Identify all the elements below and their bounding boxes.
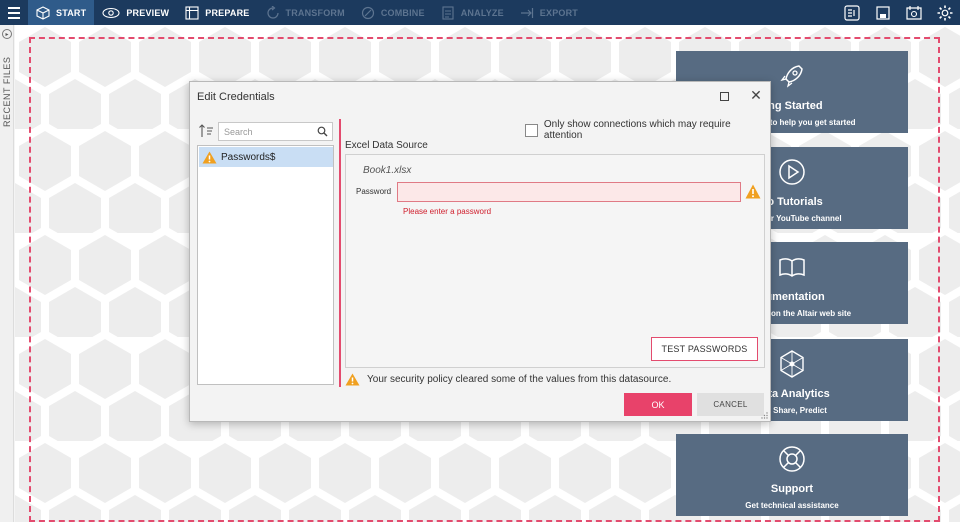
file-name: Book1.xlsx	[363, 165, 412, 176]
cancel-button[interactable]: CANCEL	[697, 393, 764, 416]
tab-preview-label: PREVIEW	[126, 7, 170, 18]
security-policy-message-row: Your security policy cleared some of the…	[345, 373, 671, 386]
book-icon	[779, 258, 805, 277]
password-error-message: Please enter a password	[403, 207, 492, 216]
tab-analyze[interactable]: ANALYZE	[433, 0, 512, 25]
tab-combine-label: COMBINE	[380, 7, 425, 18]
tab-preview[interactable]: PREVIEW	[94, 0, 177, 25]
analyze-icon	[442, 5, 454, 20]
tab-export[interactable]: EXPORT	[512, 0, 586, 25]
data-source-list[interactable]: Passwords$	[197, 145, 334, 385]
cube-icon	[36, 5, 50, 20]
list-item-passwords[interactable]: Passwords$	[199, 147, 333, 167]
combine-icon	[361, 6, 374, 19]
attention-indicator-bar	[339, 119, 341, 387]
dialog-title: Edit Credentials	[197, 91, 275, 103]
search-field[interactable]	[218, 122, 333, 141]
expand-arrow-icon[interactable]: ▸	[2, 29, 12, 39]
toolbar-right-group	[836, 0, 960, 25]
main-toolbar: START PREVIEW PREPARE TRANSFORM COMBINE …	[0, 0, 960, 25]
maximize-icon[interactable]	[720, 92, 729, 101]
sort-icon[interactable]	[198, 123, 214, 139]
data-source-panel: Book1.xlsx Password Please enter a passw…	[345, 154, 765, 368]
tile-title: Support	[770, 483, 814, 495]
password-label: Password	[356, 187, 392, 196]
refresh-icon	[266, 5, 279, 19]
warning-icon	[745, 184, 761, 199]
only-show-attention-label: Only show connections which may require …	[543, 119, 731, 141]
document-list-icon	[843, 4, 860, 21]
export-icon	[520, 7, 533, 18]
tab-transform-label: TRANSFORM	[285, 7, 345, 18]
save-button[interactable]	[867, 0, 898, 25]
workspace-button[interactable]	[898, 0, 929, 25]
recent-files-rail[interactable]: ▸ RECENT FILES	[0, 25, 14, 522]
document-list-button[interactable]	[836, 0, 867, 25]
close-icon[interactable]: ✕	[749, 88, 763, 102]
password-field[interactable]	[397, 182, 741, 202]
settings-gear-icon	[937, 5, 952, 20]
tab-export-label: EXPORT	[539, 7, 579, 18]
search-input[interactable]	[219, 123, 314, 140]
only-show-attention-row[interactable]: Only show connections which may require …	[525, 119, 770, 141]
security-policy-message: Your security policy cleared some of the…	[367, 374, 672, 385]
only-show-attention-checkbox[interactable]	[525, 123, 538, 137]
tile-subtitle: Get technical assistance	[745, 501, 839, 510]
resize-grip-icon[interactable]	[761, 412, 768, 419]
menu-hamburger-icon[interactable]	[0, 0, 28, 25]
password-input[interactable]	[398, 183, 738, 201]
tile-support[interactable]: Support Get technical assistance	[676, 434, 908, 516]
table-icon	[185, 5, 199, 20]
search-icon[interactable]	[317, 126, 328, 137]
ok-button[interactable]: OK	[624, 393, 692, 416]
settings-button[interactable]	[929, 0, 960, 25]
excel-data-source-heading: Excel Data Source	[345, 140, 428, 151]
tab-analyze-label: ANALYZE	[460, 7, 504, 18]
list-item-label: Passwords$	[221, 151, 276, 163]
play-icon	[779, 159, 805, 185]
tab-start-label: START	[56, 7, 87, 18]
network-icon	[780, 350, 804, 378]
tab-prepare[interactable]: PREPARE	[177, 0, 257, 25]
edit-credentials-dialog: Edit Credentials ✕ Passwords$ Only show …	[189, 81, 771, 422]
recent-files-label: RECENT FILES	[2, 56, 12, 127]
tab-combine[interactable]: COMBINE	[353, 0, 433, 25]
warning-icon	[202, 151, 217, 163]
rocket-icon	[780, 65, 803, 88]
lifebuoy-icon	[779, 446, 805, 472]
save-icon	[875, 5, 890, 20]
tab-transform[interactable]: TRANSFORM	[258, 0, 353, 25]
tab-prepare-label: PREPARE	[205, 7, 250, 18]
warning-icon	[345, 373, 360, 386]
workspace-icon	[905, 5, 922, 20]
eye-icon	[102, 7, 120, 18]
test-passwords-button[interactable]: TEST PASSWORDS	[651, 337, 758, 361]
tab-start[interactable]: START	[28, 0, 95, 25]
